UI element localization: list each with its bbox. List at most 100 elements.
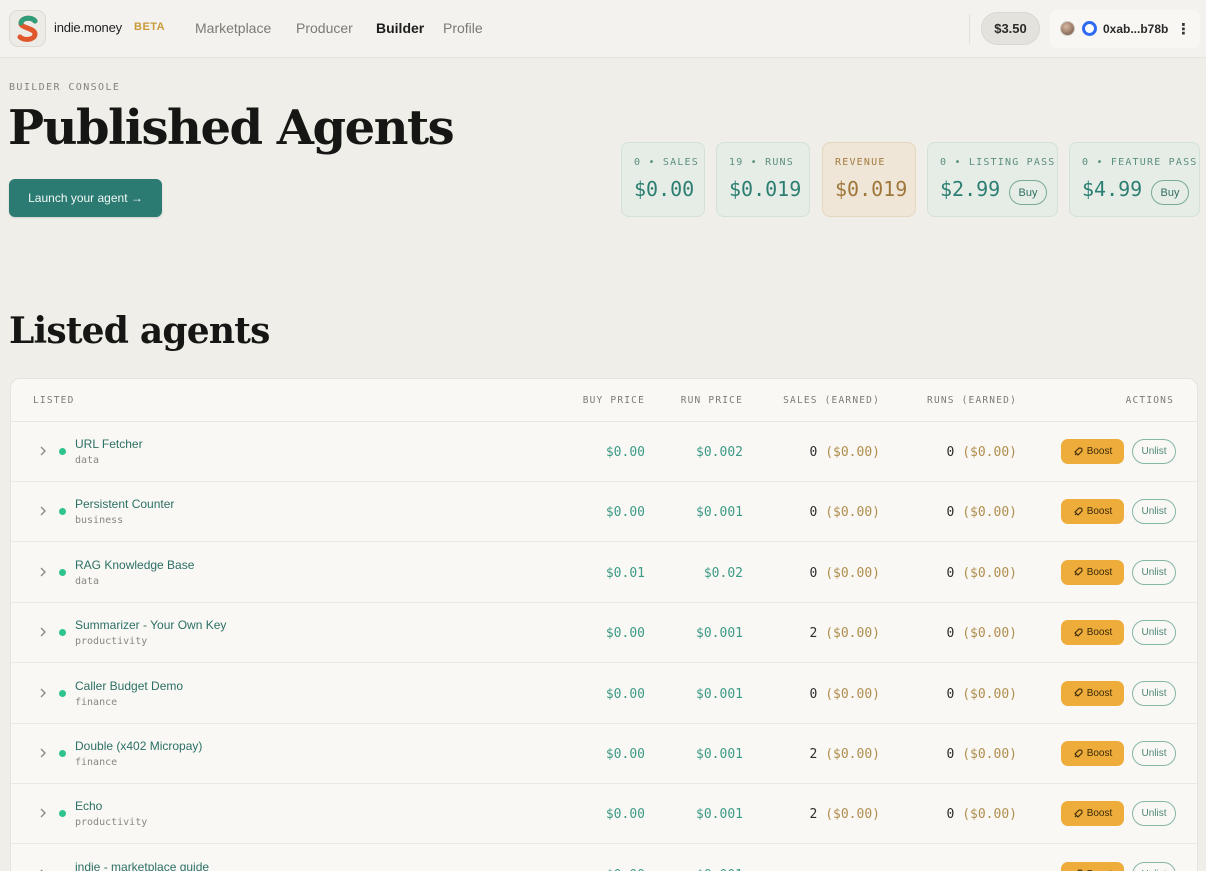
run-price: $0.001: [696, 807, 743, 823]
stat-revenue: REVENUE $0.019: [822, 142, 916, 217]
rocket-icon: [1073, 748, 1083, 758]
rocket-icon: [1073, 507, 1083, 516]
rocket-icon: [1073, 688, 1083, 697]
nav-producer[interactable]: Producer: [296, 20, 353, 36]
chevron-right-icon[interactable]: [38, 867, 48, 871]
section-title: Listed agents: [9, 310, 270, 352]
chevron-right-icon[interactable]: [38, 444, 48, 458]
col-sales-earned: SALES (EARNED): [783, 395, 880, 406]
runs-earned: 0 ($0.00): [947, 566, 1017, 581]
buy-price: $0.01: [605, 565, 645, 581]
buy-feature-pass-button[interactable]: Buy: [1151, 180, 1189, 205]
table-row: indie - marketplace guide $0.00 $0.001 B…: [11, 845, 1197, 871]
sales-earned: 0 ($0.00): [810, 687, 880, 702]
buy-price: $0.00: [605, 807, 645, 823]
boost-label: Boost: [1086, 687, 1113, 699]
sales-amount: ($0.00): [825, 565, 880, 581]
more-vertical-icon[interactable]: ⋮: [1176, 20, 1191, 38]
status-dot: [59, 568, 66, 576]
nav-marketplace[interactable]: Marketplace: [195, 20, 271, 36]
unlist-button[interactable]: Unlist: [1132, 801, 1176, 827]
table-header: LISTED BUY PRICE RUN PRICE SALES (EARNED…: [11, 379, 1197, 422]
sales-count: 0: [809, 565, 818, 581]
unlist-button[interactable]: Unlist: [1132, 439, 1176, 464]
stat-label: 0 • FEATURE PASS: [1082, 157, 1198, 168]
sales-earned: 0 ($0.00): [810, 505, 880, 520]
unlist-button[interactable]: Unlist: [1132, 741, 1176, 766]
boost-label: Boost: [1086, 446, 1113, 457]
wallet-button[interactable]: 0xab...b78b ⋮: [1050, 10, 1200, 48]
chevron-right-icon[interactable]: [38, 746, 48, 760]
runs-count: 0: [946, 807, 955, 823]
col-buy-price: BUY PRICE: [582, 395, 645, 406]
unlist-button[interactable]: Unlist: [1132, 499, 1176, 525]
chevron-right-icon[interactable]: [38, 806, 48, 820]
boost-button[interactable]: Boost: [1061, 861, 1124, 871]
stat-runs: 19 • RUNS $0.019: [716, 142, 810, 217]
agent-name[interactable]: Summarizer - Your Own Key: [75, 618, 226, 632]
unlist-button[interactable]: Unlist: [1132, 620, 1176, 646]
balance-pill[interactable]: $3.50: [981, 12, 1040, 45]
run-price: $0.001: [696, 626, 743, 642]
unlist-button[interactable]: Unlist: [1132, 680, 1176, 706]
chevron-right-icon[interactable]: [38, 504, 48, 518]
boost-button[interactable]: Boost: [1061, 499, 1124, 525]
stat-sales: 0 • SALES $0.00: [621, 142, 705, 217]
sales-count: 0: [809, 505, 818, 521]
unlist-button[interactable]: Unlist: [1132, 861, 1176, 871]
agent-name[interactable]: Double (x402 Micropay): [75, 739, 202, 753]
chevron-right-icon[interactable]: [38, 565, 48, 579]
nav-builder[interactable]: Builder: [376, 20, 424, 36]
boost-button[interactable]: Boost: [1061, 741, 1124, 766]
runs-earned: 0 ($0.00): [947, 505, 1017, 520]
buy-listing-pass-button[interactable]: Buy: [1009, 180, 1047, 205]
agent-name[interactable]: indie - marketplace guide: [75, 860, 209, 871]
agent-category: data: [75, 575, 100, 587]
rocket-icon: [1073, 809, 1083, 818]
buy-price: $0.00: [605, 747, 645, 762]
stat-value: $4.99: [1082, 177, 1143, 201]
runs-amount: ($0.00): [962, 686, 1017, 702]
stat-value: $0.019: [729, 177, 802, 201]
buy-price: $0.00: [605, 445, 645, 460]
sales-count: 2: [809, 747, 818, 762]
unlist-button[interactable]: Unlist: [1132, 559, 1176, 585]
status-dot: [59, 448, 66, 455]
sales-amount: ($0.00): [825, 445, 880, 460]
chevron-right-icon[interactable]: [38, 625, 48, 639]
logo[interactable]: [9, 10, 46, 47]
table-row: URL Fetcher data $0.00 $0.002 0 ($0.00) …: [11, 422, 1197, 482]
boost-label: Boost: [1086, 808, 1113, 820]
runs-count: 0: [946, 626, 955, 642]
runs-amount: ($0.00): [962, 807, 1017, 823]
table-row: Caller Budget Demo finance $0.00 $0.001 …: [11, 664, 1197, 724]
sales-earned: 2 ($0.00): [810, 807, 880, 822]
chevron-right-icon[interactable]: [38, 686, 48, 700]
boost-button[interactable]: Boost: [1061, 680, 1124, 706]
boost-button[interactable]: Boost: [1061, 439, 1124, 464]
agent-name[interactable]: RAG Knowledge Base: [75, 558, 194, 572]
agent-category: business: [75, 515, 124, 527]
agent-name[interactable]: URL Fetcher: [75, 437, 143, 451]
logo-s-icon: [17, 15, 38, 42]
runs-amount: ($0.00): [962, 747, 1017, 762]
col-runs-earned: RUNS (EARNED): [927, 395, 1017, 406]
agent-name[interactable]: Echo: [75, 799, 102, 813]
nav-profile[interactable]: Profile: [443, 20, 483, 36]
brand-name[interactable]: indie.money: [54, 20, 122, 35]
sales-amount: ($0.00): [825, 807, 880, 823]
agent-name[interactable]: Persistent Counter: [75, 497, 174, 511]
stat-label: 0 • SALES: [634, 157, 699, 168]
runs-amount: ($0.00): [962, 445, 1017, 460]
boost-label: Boost: [1086, 748, 1113, 759]
boost-button[interactable]: Boost: [1061, 559, 1124, 585]
boost-button[interactable]: Boost: [1061, 801, 1124, 827]
col-listed: LISTED: [33, 395, 75, 406]
agent-name[interactable]: Caller Budget Demo: [75, 679, 183, 693]
page-title: Published Agents: [8, 100, 455, 156]
boost-label: Boost: [1086, 566, 1113, 578]
boost-button[interactable]: Boost: [1061, 620, 1124, 646]
launch-agent-button[interactable]: Launch your agent →: [9, 179, 162, 217]
table-row: Summarizer - Your Own Key productivity $…: [11, 603, 1197, 664]
sales-earned: 2 ($0.00): [810, 626, 880, 641]
